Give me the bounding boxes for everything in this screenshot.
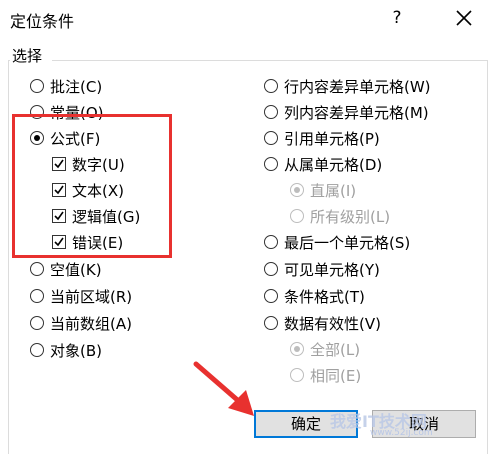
radio-icon xyxy=(30,316,44,330)
help-button[interactable]: ? xyxy=(382,4,412,32)
radio-icon xyxy=(30,343,44,357)
option-precedents[interactable]: 引用单元格(P) xyxy=(264,126,380,150)
red-arrow-icon xyxy=(193,361,254,416)
option-column-differences[interactable]: 列内容差异单元格(M) xyxy=(264,100,429,124)
radio-selected-icon xyxy=(290,342,304,356)
radio-selected-icon xyxy=(290,183,304,197)
highlight-box xyxy=(12,114,172,258)
option-validation-same[interactable]: 相同(E) xyxy=(290,363,361,387)
close-button[interactable] xyxy=(448,2,480,34)
radio-icon xyxy=(264,235,278,249)
radio-icon xyxy=(264,289,278,303)
option-row-differences[interactable]: 行内容差异单元格(W) xyxy=(264,74,431,98)
option-last-cell[interactable]: 最后一个单元格(S) xyxy=(264,230,410,254)
option-visible-cells[interactable]: 可见单元格(Y) xyxy=(264,257,380,281)
group-border-right xyxy=(487,60,488,454)
radio-icon xyxy=(30,262,44,276)
radio-icon xyxy=(30,79,44,93)
option-comments[interactable]: 批注(C) xyxy=(30,74,102,98)
option-current-region[interactable]: 当前区域(R) xyxy=(30,284,132,308)
radio-icon xyxy=(264,262,278,276)
option-direct-only[interactable]: 直属(I) xyxy=(290,178,356,202)
option-current-array[interactable]: 当前数组(A) xyxy=(30,311,132,335)
radio-icon xyxy=(264,157,278,171)
title-bar: 定位条件 ? xyxy=(0,0,500,38)
dialog-title: 定位条件 xyxy=(10,12,75,31)
option-dependents[interactable]: 从属单元格(D) xyxy=(264,152,382,176)
radio-icon xyxy=(290,368,304,382)
radio-icon xyxy=(290,209,304,223)
section-label: 选择 xyxy=(12,47,43,65)
group-border-left xyxy=(8,60,9,454)
radio-icon xyxy=(264,105,278,119)
group-border-top xyxy=(8,60,488,61)
option-validation-all[interactable]: 全部(L) xyxy=(290,337,360,361)
option-blanks[interactable]: 空值(K) xyxy=(30,257,102,281)
radio-icon xyxy=(264,131,278,145)
close-icon xyxy=(456,10,472,26)
option-all-levels[interactable]: 所有级别(L) xyxy=(290,204,390,228)
radio-icon xyxy=(264,79,278,93)
option-data-validation[interactable]: 数据有效性(V) xyxy=(264,311,381,335)
radio-icon xyxy=(264,316,278,330)
radio-icon xyxy=(30,289,44,303)
watermark-url: www.52ij.com xyxy=(370,428,433,438)
option-objects[interactable]: 对象(B) xyxy=(30,338,102,362)
option-conditional-formats[interactable]: 条件格式(T) xyxy=(264,284,365,308)
